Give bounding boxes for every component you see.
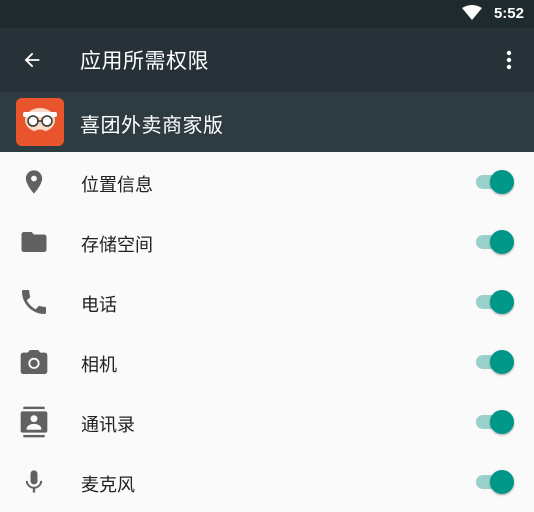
contacts-icon [16, 404, 52, 440]
permission-label: 位置信息 [81, 175, 153, 196]
app-logo-icon [16, 98, 64, 146]
app-bar: 应用所需权限 [0, 28, 534, 92]
location-toggle[interactable] [472, 168, 516, 196]
permission-label: 麦克风 [81, 475, 135, 496]
back-button[interactable] [12, 40, 52, 80]
app-header: 喜团外卖商家版 [0, 92, 534, 152]
permission-label: 相机 [81, 355, 117, 376]
phone-icon [16, 284, 52, 320]
status-time: 5:52 [493, 5, 524, 22]
permission-label: 电话 [81, 295, 117, 316]
permission-row-location[interactable]: 位置信息 [0, 152, 534, 212]
camera-toggle[interactable] [472, 348, 516, 376]
permission-row-microphone[interactable]: 麦克风 [0, 452, 534, 512]
permission-row-storage[interactable]: 存储空间 [0, 212, 534, 272]
phone-toggle[interactable] [472, 288, 516, 316]
folder-icon [16, 224, 52, 260]
permission-list: 位置信息 存储空间 电话 相机 通讯录 麦克风 [0, 152, 534, 512]
overflow-menu-button[interactable] [494, 40, 524, 80]
permission-label: 存储空间 [81, 235, 153, 256]
contacts-toggle[interactable] [472, 408, 516, 436]
app-name: 喜团外卖商家版 [80, 113, 224, 137]
more-vert-icon [506, 50, 512, 70]
page-title: 应用所需权限 [80, 49, 209, 73]
permission-row-phone[interactable]: 电话 [0, 272, 534, 332]
permission-row-contacts[interactable]: 通讯录 [0, 392, 534, 452]
permission-label: 通讯录 [81, 415, 135, 436]
microphone-toggle[interactable] [472, 468, 516, 496]
location-icon [16, 164, 52, 200]
wifi-icon [462, 5, 482, 20]
camera-icon [16, 344, 52, 380]
arrow-back-icon [24, 52, 40, 68]
microphone-icon [16, 464, 52, 500]
status-bar: 5:52 [0, 0, 534, 28]
storage-toggle[interactable] [472, 228, 516, 256]
permission-row-camera[interactable]: 相机 [0, 332, 534, 392]
